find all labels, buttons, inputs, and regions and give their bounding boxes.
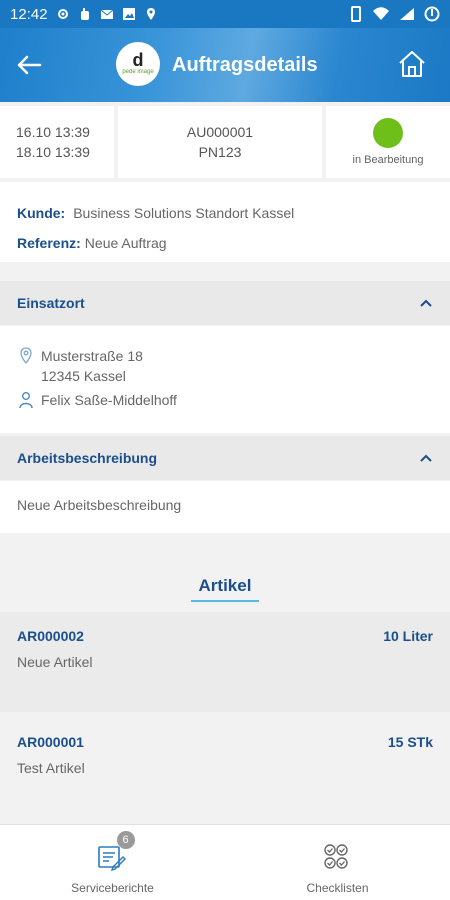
address-city: 12345 Kassel bbox=[41, 368, 126, 384]
reference-row: Referenz: Neue Auftrag bbox=[17, 228, 433, 258]
contact-name[interactable]: Felix Saße-Middelhoff bbox=[41, 390, 177, 410]
arbeitsbeschreibung-title: Arbeitsbeschreibung bbox=[17, 450, 158, 466]
address-line: Musterstraße 18 12345 Kassel bbox=[17, 346, 433, 386]
app-root: 12:42 d pede image Auftragsdetails 16.10… bbox=[0, 0, 450, 900]
article-number: AR000002 bbox=[17, 628, 84, 644]
address-street: Musterstraße 18 bbox=[41, 348, 143, 364]
einsatzort-body: Musterstraße 18 12345 Kassel Felix Saße-… bbox=[0, 326, 450, 433]
app-header: d pede image Auftragsdetails bbox=[0, 28, 450, 102]
article-quantity: 15 STk bbox=[387, 734, 433, 750]
date-start: 16.10 13:39 bbox=[16, 124, 90, 140]
date-end: 18.10 13:39 bbox=[16, 144, 90, 160]
list-item[interactable]: AR000001 15 STk Test Artikel bbox=[0, 718, 450, 822]
battery-icon bbox=[424, 6, 440, 22]
address-text: Musterstraße 18 12345 Kassel bbox=[41, 346, 143, 386]
arbeitsbeschreibung-body: Neue Arbeitsbeschreibung bbox=[0, 481, 450, 533]
referenz-label: Referenz: bbox=[17, 235, 81, 251]
order-status: in Bearbeitung bbox=[326, 106, 450, 178]
logo-text: pede image bbox=[122, 69, 154, 75]
tab-serviceberichte-label: Serviceberichte bbox=[71, 881, 154, 895]
vibrate-icon bbox=[351, 6, 361, 22]
article-name: Test Artikel bbox=[17, 760, 85, 776]
status-label: in Bearbeitung bbox=[352, 154, 424, 166]
order-number: AU000001 bbox=[186, 124, 254, 140]
map-pin-icon bbox=[20, 347, 32, 365]
location-icon bbox=[146, 8, 155, 20]
logo-letter: d bbox=[132, 50, 144, 70]
customer-row: Kunde: Business Solutions Standort Kasse… bbox=[17, 198, 433, 228]
notification-icons bbox=[56, 7, 158, 21]
status-bar: 12:42 bbox=[0, 0, 450, 28]
arbeitsbeschreibung-header[interactable]: Arbeitsbeschreibung bbox=[0, 436, 450, 480]
arbeitsbeschreibung-text: Neue Arbeitsbeschreibung bbox=[17, 497, 182, 513]
article-name: Neue Artikel bbox=[17, 654, 93, 670]
einsatzort-header[interactable]: Einsatzort bbox=[0, 281, 450, 325]
person-icon bbox=[19, 392, 33, 409]
signal-icon bbox=[400, 8, 414, 20]
system-icons bbox=[349, 6, 440, 22]
hand-icon bbox=[80, 8, 89, 20]
status-time: 12:42 bbox=[10, 5, 48, 23]
back-arrow-icon[interactable] bbox=[14, 50, 44, 80]
kunde-value: Business Solutions Standort Kassel bbox=[73, 205, 295, 221]
mail-icon bbox=[100, 9, 113, 19]
einsatzort-title: Einsatzort bbox=[17, 295, 85, 311]
article-quantity: 10 Liter bbox=[383, 628, 433, 644]
checklist-icon-wrapper bbox=[320, 841, 356, 875]
notification-badge: 6 bbox=[116, 831, 135, 849]
wifi-icon bbox=[373, 7, 389, 20]
artikel-title: Artikel bbox=[191, 576, 259, 602]
bottom-navigation: 6 Serviceberichte Checklisten bbox=[0, 824, 450, 900]
customer-info: Kunde: Business Solutions Standort Kasse… bbox=[0, 182, 450, 262]
artikel-heading: Artikel bbox=[0, 576, 450, 602]
home-icon[interactable] bbox=[396, 48, 428, 80]
project-number: PN123 bbox=[198, 144, 242, 160]
article-number: AR000001 bbox=[17, 734, 84, 750]
tab-serviceberichte[interactable]: 6 Serviceberichte bbox=[0, 825, 225, 900]
chevron-up-icon[interactable] bbox=[419, 451, 433, 465]
status-indicator-dot bbox=[373, 118, 403, 148]
service-report-icon-wrapper: 6 bbox=[95, 831, 135, 875]
page-title: Auftragsdetails bbox=[172, 54, 318, 76]
referenz-value: Neue Auftrag bbox=[84, 235, 167, 251]
order-summary: 16.10 13:39 18.10 13:39 AU000001 PN123 i… bbox=[0, 106, 450, 178]
list-item[interactable]: AR000002 10 Liter Neue Artikel bbox=[0, 612, 450, 712]
chevron-up-icon[interactable] bbox=[419, 296, 433, 310]
tab-checklisten-label: Checklisten bbox=[306, 881, 369, 895]
kunde-label: Kunde: bbox=[17, 205, 66, 221]
settings-icon bbox=[57, 9, 68, 19]
image-icon bbox=[122, 8, 135, 20]
tab-checklisten[interactable]: Checklisten bbox=[225, 825, 450, 900]
order-ids: AU000001 PN123 bbox=[118, 106, 322, 178]
company-logo: d pede image bbox=[116, 42, 160, 86]
contact-line: Felix Saße-Middelhoff bbox=[17, 390, 433, 410]
date-range: 16.10 13:39 18.10 13:39 bbox=[0, 106, 114, 178]
checklist-icon bbox=[323, 844, 348, 869]
